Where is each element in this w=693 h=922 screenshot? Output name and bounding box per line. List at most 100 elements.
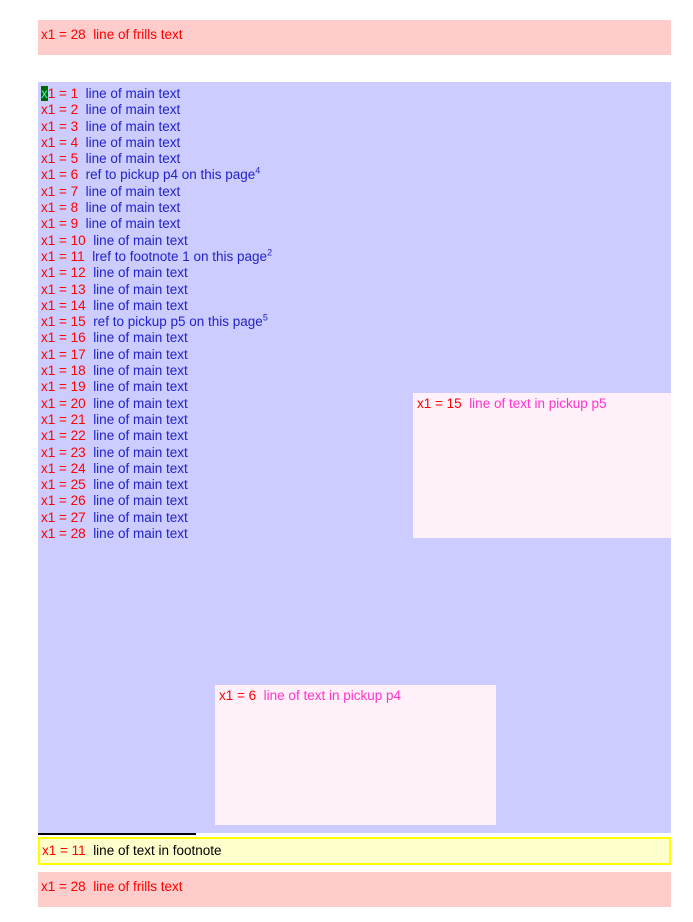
main-text-line: x1 = 6 ref to pickup p4 on this page4 <box>41 165 272 183</box>
main-line-text: line of main text <box>85 86 181 101</box>
main-line-label: x1 = 11 <box>41 248 85 264</box>
main-line-label: x1 = 6 <box>41 167 79 183</box>
footnote-line: x1 = 11 line of text in footnote <box>42 843 222 859</box>
main-line-label: x1 = 4 <box>41 134 79 150</box>
main-line-label: x1 = 26 <box>41 493 86 509</box>
main-line-label: x1 = 22 <box>41 428 86 444</box>
main-line-text: line of main text <box>93 428 188 444</box>
main-line-text: line of main text <box>93 444 188 460</box>
main-line-text: line of main text <box>93 346 188 362</box>
main-line-text: lref to footnote 1 on this page <box>92 248 268 264</box>
main-line-text: line of main text <box>93 330 188 346</box>
main-line-label: x1 = 19 <box>41 379 86 395</box>
footnote-text: line of text in footnote <box>93 843 222 858</box>
main-text-line: x1 = 14 line of main text <box>41 298 272 314</box>
main-line-gap <box>78 184 86 199</box>
main-line-text: line of main text <box>93 363 188 379</box>
main-line-label: x1 = 27 <box>41 509 86 525</box>
main-line-text: line of main text <box>93 493 188 509</box>
main-line-text: line of main text <box>93 265 188 281</box>
main-text-line: x1 = 15 ref to pickup p5 on this page5 <box>41 313 272 330</box>
main-text-line: x1 = 2 line of main text <box>41 102 272 118</box>
main-line-label: x1 = 20 <box>41 395 86 411</box>
main-line-label: x1 = 15 <box>41 314 86 330</box>
main-text-line: x1 = 4 line of main text <box>41 135 272 151</box>
main-line-gap <box>78 119 86 134</box>
main-line-label: x1 = 5 <box>41 151 79 167</box>
frills-band-top: x1 = 28 line of frills text <box>38 20 671 55</box>
main-text-line: x1 = 20 line of main text <box>41 396 272 412</box>
main-line-label: x1 = 12 <box>41 265 86 281</box>
main-text-line: x1 = 5 line of main text <box>41 151 272 167</box>
main-line-label: x1 = 10 <box>41 232 86 248</box>
cursor-highlight[interactable]: x <box>41 86 48 101</box>
main-line-label: x1 = 2 <box>41 102 79 118</box>
frills-top-label: x1 = 28 <box>41 27 86 42</box>
main-text-line: x1 = 17 line of main text <box>41 347 272 363</box>
main-text-line: x1 = 16 line of main text <box>41 330 272 346</box>
pickup-p5-line: x1 = 15 line of text in pickup p5 <box>417 396 607 412</box>
frills-top-line: x1 = 28 line of frills text <box>41 27 182 43</box>
main-line-text: line of main text <box>93 232 188 248</box>
page-canvas: x1 = 28 line of frills text x1 = 1 line … <box>0 0 693 922</box>
frills-bottom-label: x1 = 28 <box>41 879 86 894</box>
main-text-line: x1 = 10 line of main text <box>41 233 272 249</box>
main-line-text: line of main text <box>93 460 188 476</box>
main-line-label: x1 = 17 <box>41 346 86 362</box>
footnote-label: x1 = 11 <box>42 843 86 858</box>
footnote-separator-rule <box>38 833 196 835</box>
main-line-text: line of main text <box>85 102 181 118</box>
main-line-text: line of main text <box>85 118 181 134</box>
pickup-box-p4: x1 = 6 line of text in pickup p4 <box>215 685 496 825</box>
main-line-text: line of main text <box>93 395 188 411</box>
pickup-p5-text: line of text in pickup p5 <box>469 396 607 411</box>
main-text-line: x1 = 22 line of main text <box>41 428 272 444</box>
main-line-label: x1 = 23 <box>41 444 86 460</box>
main-text-line: x1 = 26 line of main text <box>41 493 272 509</box>
main-line-text: line of main text <box>93 477 188 493</box>
pickup-p5-label: x1 = 15 <box>417 396 462 411</box>
main-line-text: line of main text <box>85 151 181 167</box>
main-line-text: line of main text <box>93 411 188 427</box>
main-text-line: x1 = 3 line of main text <box>41 119 272 135</box>
main-line-label-rest: 1 = 1 <box>47 86 79 101</box>
main-text-line: x1 = 21 line of main text <box>41 412 272 428</box>
main-line-gap <box>78 102 86 117</box>
main-line-superscript: 4 <box>255 165 261 176</box>
main-line-text: line of main text <box>93 509 188 525</box>
main-line-label: x1 = 28 <box>41 526 86 542</box>
main-line-text: line of main text <box>93 297 188 313</box>
main-text-line: x1 = 9 line of main text <box>41 216 272 232</box>
pickup-p4-line: x1 = 6 line of text in pickup p4 <box>219 688 401 704</box>
main-text-line: x1 = 28 line of main text <box>41 526 272 542</box>
main-line-label: x1 = 16 <box>41 330 86 346</box>
main-line-gap <box>78 167 86 182</box>
frills-bottom-line: x1 = 28 line of frills text <box>41 879 182 895</box>
main-line-label: x1 = 25 <box>41 477 86 493</box>
main-line-text: ref to pickup p5 on this page <box>93 314 263 330</box>
main-text-line: x1 = 19 line of main text <box>41 379 272 395</box>
main-text-line: x1 = 27 line of main text <box>41 510 272 526</box>
main-text-line: x1 = 12 line of main text <box>41 265 272 281</box>
pickup-p4-text: line of text in pickup p4 <box>263 688 402 703</box>
main-line-label: x1 = 3 <box>41 118 79 134</box>
main-line-label: x1 = 9 <box>41 216 79 232</box>
pickup-p4-label: x1 = 6 <box>219 688 257 703</box>
main-text-line: x1 = 13 line of main text <box>41 282 272 298</box>
main-text-line: x1 = 23 line of main text <box>41 445 272 461</box>
main-text-line: x1 = 24 line of main text <box>41 461 272 477</box>
main-line-gap <box>78 216 86 231</box>
main-text-line: x1 = 7 line of main text <box>41 184 272 200</box>
main-text-line: x1 = 8 line of main text <box>41 200 272 216</box>
main-text-line-list: x1 = 1 line of main text x1 = 2 line of m… <box>41 86 272 542</box>
main-line-label: x1 = 7 <box>41 183 79 199</box>
main-line-text: line of main text <box>93 526 188 542</box>
main-line-text: ref to pickup p4 on this page <box>85 167 256 183</box>
main-line-gap <box>78 86 86 101</box>
main-text-line: x1 = 25 line of main text <box>41 477 272 493</box>
main-line-text: line of main text <box>85 216 181 232</box>
main-line-label: x1 = 14 <box>41 297 86 313</box>
main-line-superscript: 2 <box>267 247 273 258</box>
main-line-text: line of main text <box>93 379 188 395</box>
main-line-gap <box>78 151 86 166</box>
